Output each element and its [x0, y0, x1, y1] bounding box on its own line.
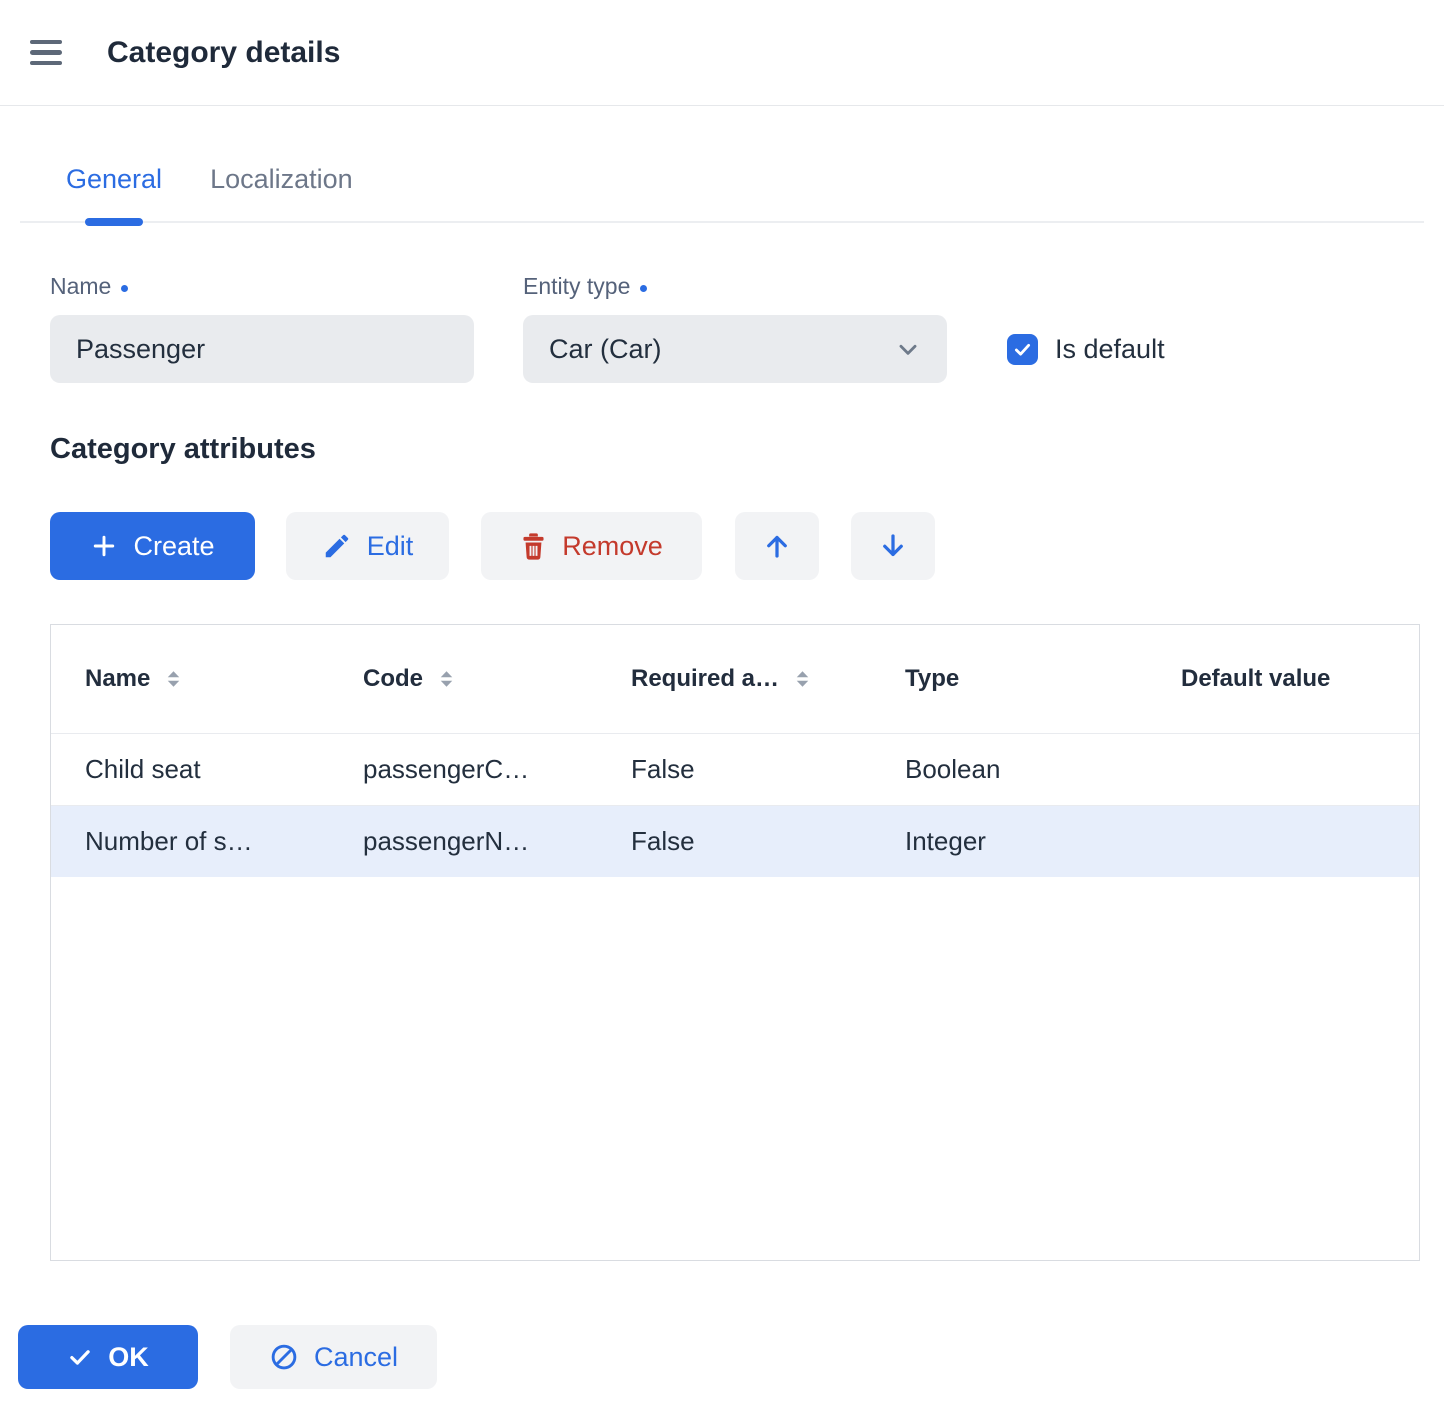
cell-type: Integer [871, 826, 1147, 857]
table-row[interactable]: Child seat passengerC… False Boolean [51, 733, 1419, 805]
arrow-up-icon [762, 531, 792, 561]
category-attributes-heading: Category attributes [50, 433, 1394, 466]
tab-localization[interactable]: Localization [210, 150, 353, 221]
column-header-name[interactable]: Name [51, 665, 329, 693]
page-title: Category details [107, 36, 340, 70]
sort-arrows-icon [439, 670, 454, 688]
attributes-table: Name Code Required a… Type Default value… [50, 624, 1420, 1261]
tab-bar: General Localization [20, 150, 1424, 223]
is-default-label[interactable]: Is default [1055, 334, 1165, 365]
required-dot-icon [121, 285, 128, 292]
general-form: Name Passenger Entity type Car (Car) Is … [50, 273, 1394, 383]
sort-arrows-icon [166, 670, 181, 688]
is-default-field[interactable]: Is default [1007, 334, 1165, 365]
cell-required: False [597, 826, 871, 857]
column-header-default-value: Default value [1147, 665, 1419, 693]
cell-name: Number of s… [51, 826, 329, 857]
column-header-required[interactable]: Required a… [597, 665, 871, 693]
cell-type: Boolean [871, 754, 1147, 785]
menu-icon[interactable] [30, 40, 62, 66]
arrow-down-icon [878, 531, 908, 561]
is-default-checkbox[interactable] [1007, 334, 1038, 365]
cancel-button[interactable]: Cancel [230, 1325, 437, 1389]
check-icon [1012, 339, 1033, 360]
attributes-toolbar: Create Edit Remove [50, 512, 1394, 580]
pencil-icon [322, 531, 352, 561]
name-input[interactable]: Passenger [50, 315, 474, 383]
name-field-group: Name Passenger [50, 273, 474, 383]
chevron-down-icon [895, 336, 921, 362]
create-button[interactable]: Create [50, 512, 255, 580]
entity-type-select[interactable]: Car (Car) [523, 315, 947, 383]
column-header-type: Type [871, 665, 1147, 693]
name-label: Name [50, 273, 474, 300]
entity-type-field-group: Entity type Car (Car) [523, 273, 947, 383]
check-icon [67, 1344, 93, 1370]
move-up-button[interactable] [735, 512, 819, 580]
required-dot-icon [640, 285, 647, 292]
move-down-button[interactable] [851, 512, 935, 580]
dialog-footer: OK Cancel [18, 1325, 1444, 1389]
cell-code: passengerC… [329, 754, 597, 785]
table-row-selected[interactable]: Number of s… passengerN… False Integer [51, 805, 1419, 877]
sort-arrows-icon [795, 670, 810, 688]
entity-type-value: Car (Car) [549, 334, 662, 365]
cell-code: passengerN… [329, 826, 597, 857]
column-header-code[interactable]: Code [329, 665, 597, 693]
cell-name: Child seat [51, 754, 329, 785]
trash-icon [520, 532, 547, 561]
cell-required: False [597, 754, 871, 785]
edit-button[interactable]: Edit [286, 512, 449, 580]
tab-general[interactable]: General [66, 150, 162, 221]
name-value: Passenger [76, 334, 205, 365]
no-symbol-icon [269, 1342, 299, 1372]
plus-icon [90, 532, 118, 560]
remove-button[interactable]: Remove [481, 512, 702, 580]
table-header-row: Name Code Required a… Type Default value [51, 625, 1419, 733]
entity-type-label: Entity type [523, 273, 947, 300]
ok-button[interactable]: OK [18, 1325, 198, 1389]
app-header: Category details [0, 0, 1444, 106]
